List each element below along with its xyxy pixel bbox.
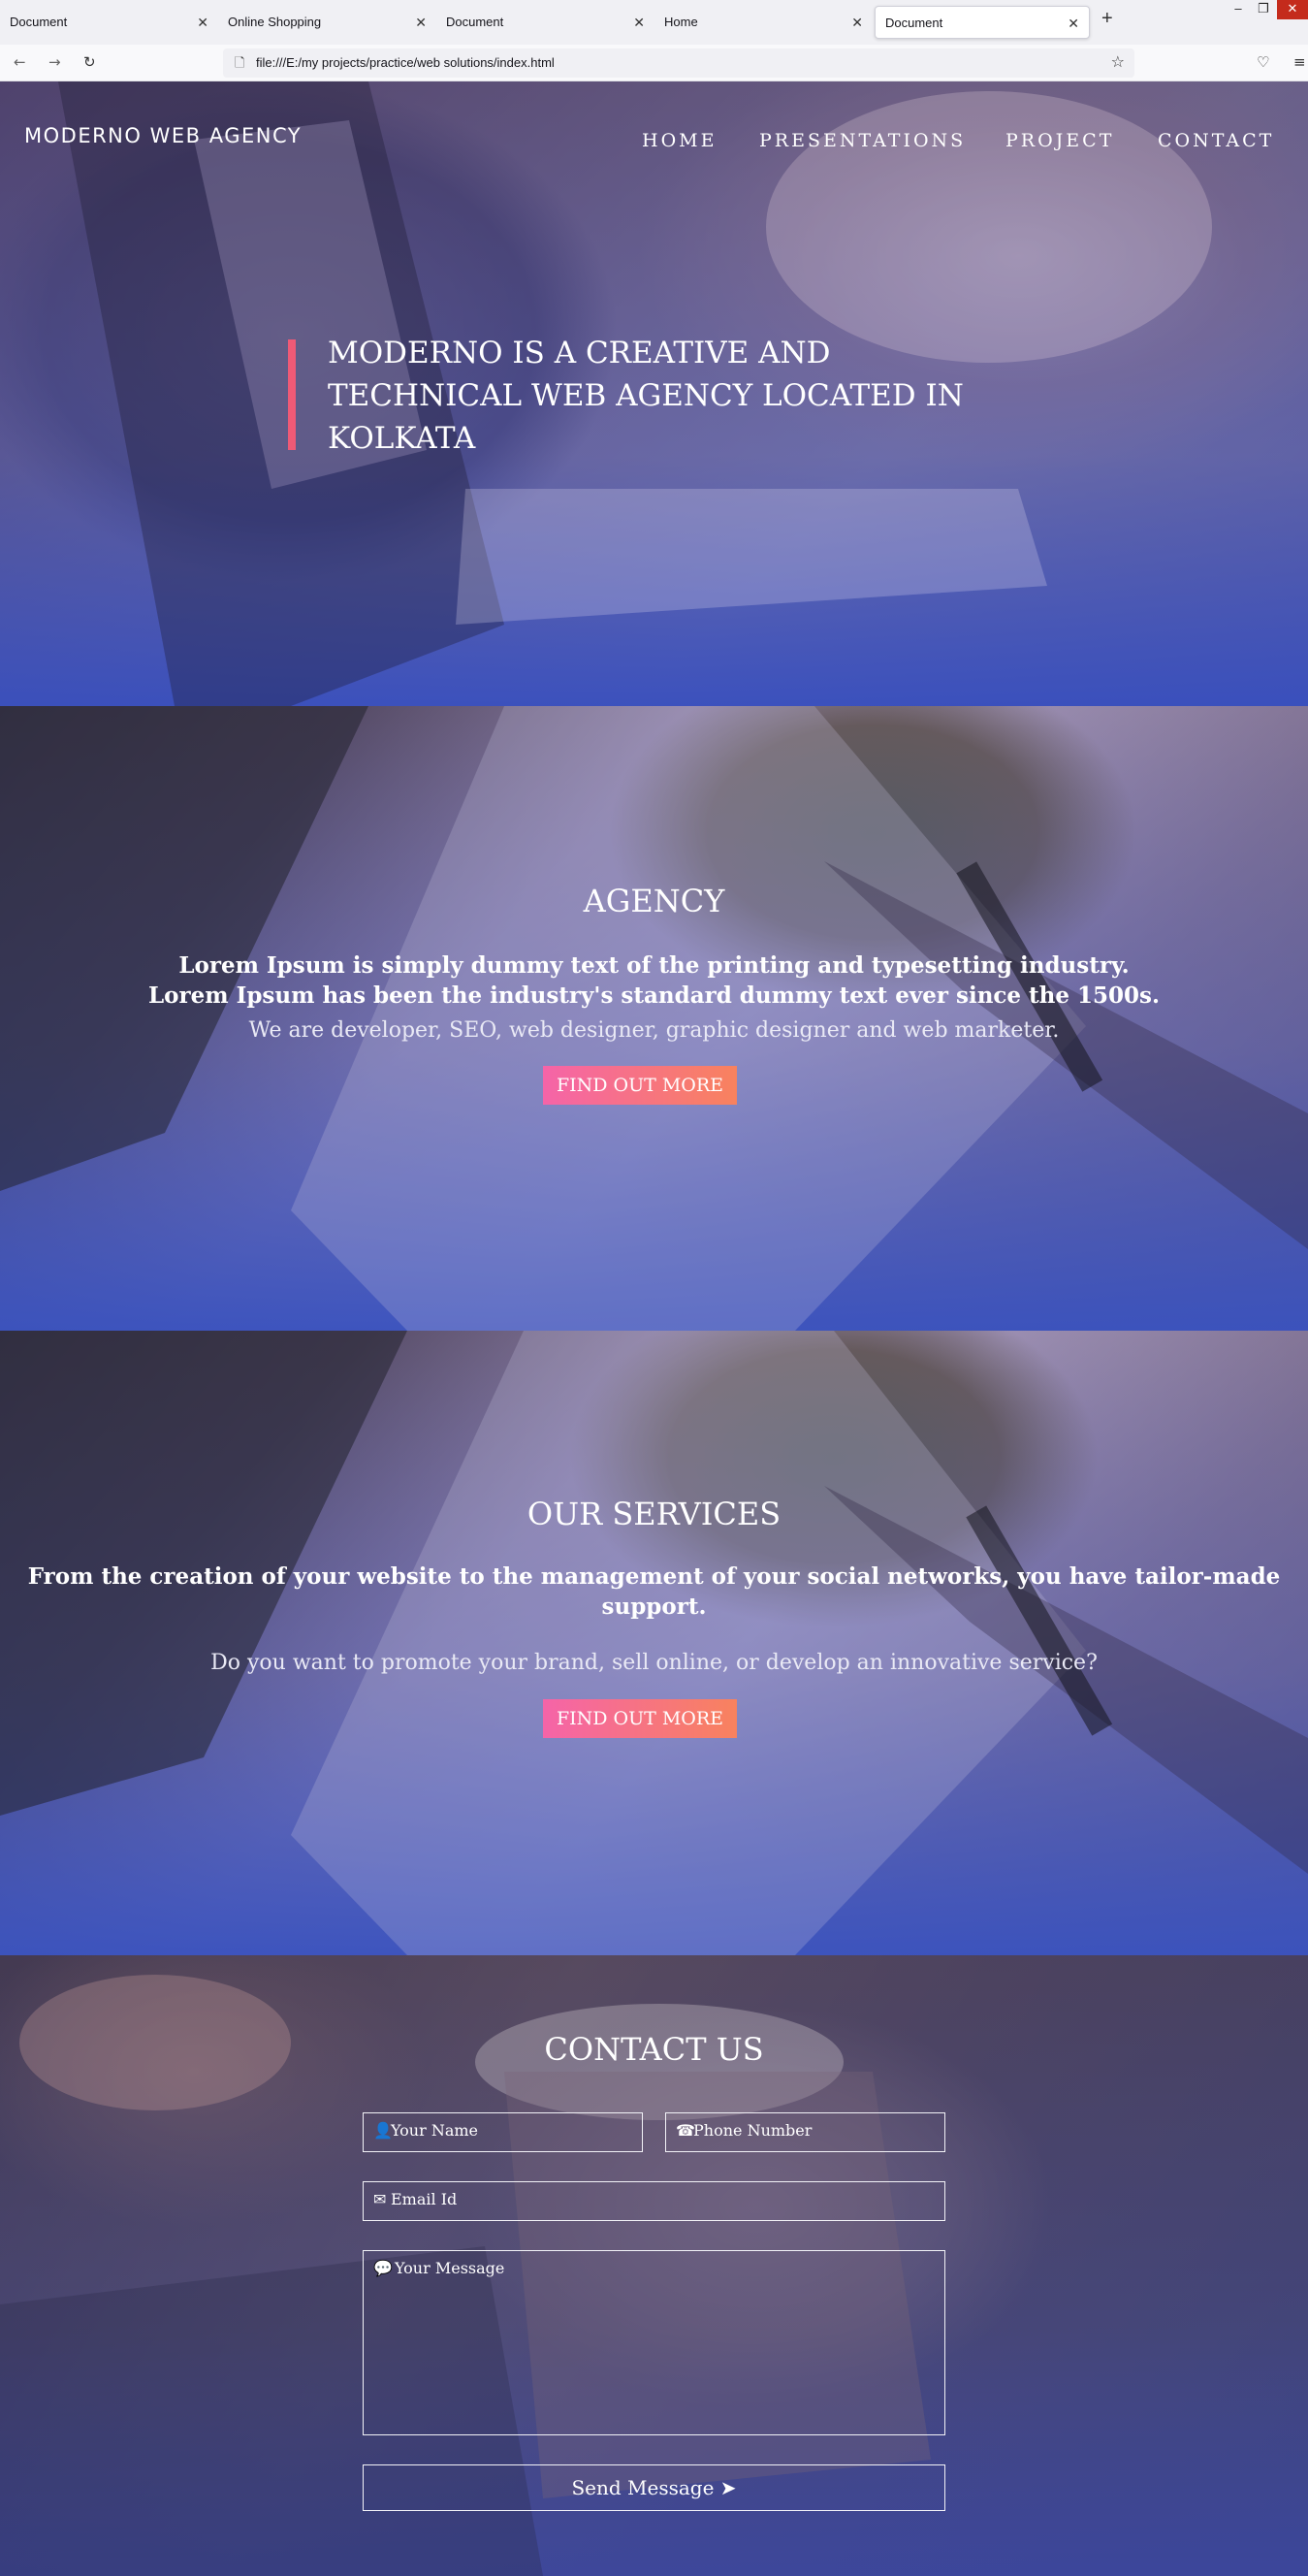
browser-tab-bar: Document ✕ Online Shopping ✕ Document ✕ … xyxy=(0,0,1308,45)
nav-link-home[interactable]: HOME xyxy=(642,130,717,151)
send-message-button[interactable]: Send Message ➤ xyxy=(363,2464,945,2511)
page-icon: 🗋 xyxy=(235,56,245,71)
services-section: OUR SERVICES From the creation of your w… xyxy=(0,1331,1308,1955)
hero-accent-bar xyxy=(288,339,296,450)
agency-lead-line: Lorem Ipsum has been the industry's stan… xyxy=(147,982,1161,1009)
services-subtitle: Do you want to promote your brand, sell … xyxy=(210,1651,1098,1675)
tab-title: Document xyxy=(446,15,504,29)
services-lead-line: From the creation of your website to the… xyxy=(27,1563,1281,1590)
browser-nav-bar: ← → ↻ 🗋 file:///E:/my projects/practice/… xyxy=(0,45,1308,81)
menu-icon[interactable]: ≡ xyxy=(1293,53,1306,71)
nav-link-project[interactable]: PROJECT xyxy=(1005,130,1114,151)
url-text[interactable]: file:///E:/my projects/practice/web solu… xyxy=(256,55,555,70)
agency-subtitle: We are developer, SEO, web designer, gra… xyxy=(248,1018,1060,1043)
name-field[interactable]: 👤 Your Name xyxy=(363,2112,643,2152)
browser-tab-active[interactable]: Document ✕ xyxy=(875,6,1090,39)
browser-tab[interactable]: Document ✕ xyxy=(0,6,218,39)
paper-plane-icon: ➤ xyxy=(719,2476,737,2499)
tab-title: Home xyxy=(664,15,698,29)
services-lead-line: support. xyxy=(601,1594,707,1620)
window-close-icon[interactable]: ✕ xyxy=(1277,0,1308,19)
services-find-out-more-button[interactable]: FIND OUT MORE xyxy=(543,1699,737,1738)
hero-section: MODERNO WEB AGENCY HOME PRESENTATIONS PR… xyxy=(0,81,1308,706)
agency-lead: Lorem Ipsum is simply dummy text of the … xyxy=(0,950,1308,1011)
comments-icon: 💬 xyxy=(373,2259,393,2277)
restore-icon[interactable]: ❐ xyxy=(1251,0,1276,19)
email-placeholder: Email Id xyxy=(391,2190,458,2208)
hero-title-line: MODERNO IS A CREATIVE AND xyxy=(328,336,831,370)
browser-tab[interactable]: Document ✕ xyxy=(436,6,654,39)
agency-find-out-more-button[interactable]: FIND OUT MORE xyxy=(543,1066,737,1105)
phone-placeholder: Phone Number xyxy=(693,2121,813,2140)
hero-title-line: KOLKATA xyxy=(328,421,476,456)
services-title: OUR SERVICES xyxy=(526,1496,782,1532)
reload-icon[interactable]: ↻ xyxy=(83,53,96,71)
agency-title: AGENCY xyxy=(583,883,725,919)
name-placeholder: Your Name xyxy=(391,2121,479,2140)
user-icon: 👤 xyxy=(373,2121,393,2140)
contact-title: CONTACT US xyxy=(544,2031,764,2068)
tab-title: Online Shopping xyxy=(228,15,322,29)
address-bar[interactable]: 🗋 file:///E:/my projects/practice/web so… xyxy=(223,48,1134,78)
close-icon[interactable]: ✕ xyxy=(851,6,863,39)
nav-link-presentations[interactable]: PRESENTATIONS xyxy=(759,130,966,151)
close-icon[interactable]: ✕ xyxy=(633,6,645,39)
agency-section: AGENCY Lorem Ipsum is simply dummy text … xyxy=(0,706,1308,1331)
send-message-label: Send Message xyxy=(571,2476,715,2499)
agency-lead-line: Lorem Ipsum is simply dummy text of the … xyxy=(178,952,1130,979)
new-tab-icon[interactable]: + xyxy=(1101,8,1113,30)
message-textarea[interactable]: 💬 Your Message xyxy=(363,2250,945,2435)
message-placeholder: Your Message xyxy=(395,2259,505,2277)
phone-field[interactable]: ☎ Phone Number xyxy=(665,2112,945,2152)
minimize-icon[interactable]: – xyxy=(1226,0,1251,19)
services-background-art xyxy=(0,1331,1308,1955)
forward-icon[interactable]: → xyxy=(48,53,61,71)
hero-title-line: TECHNICAL WEB AGENCY LOCATED IN xyxy=(328,378,964,413)
bookmark-star-icon[interactable]: ☆ xyxy=(1111,52,1125,71)
back-icon[interactable]: ← xyxy=(14,53,26,71)
services-lead: From the creation of your website to the… xyxy=(0,1562,1308,1622)
browser-tab[interactable]: Online Shopping ✕ xyxy=(218,6,436,39)
envelope-icon: ✉ xyxy=(373,2190,387,2208)
close-icon[interactable]: ✕ xyxy=(1068,7,1079,40)
phone-icon: ☎ xyxy=(676,2121,695,2140)
close-icon[interactable]: ✕ xyxy=(197,6,208,39)
tab-title: Document xyxy=(10,15,68,29)
tab-title: Document xyxy=(885,16,943,30)
hero-title: MODERNO IS A CREATIVE AND TECHNICAL WEB … xyxy=(328,332,1006,460)
browser-tab[interactable]: Home ✕ xyxy=(654,6,873,39)
close-icon[interactable]: ✕ xyxy=(415,6,427,39)
nav-link-contact[interactable]: CONTACT xyxy=(1158,130,1274,151)
pocket-icon[interactable]: ♡ xyxy=(1257,53,1269,71)
site-brand[interactable]: MODERNO WEB AGENCY xyxy=(24,124,302,147)
email-field[interactable]: ✉ Email Id xyxy=(363,2181,945,2221)
